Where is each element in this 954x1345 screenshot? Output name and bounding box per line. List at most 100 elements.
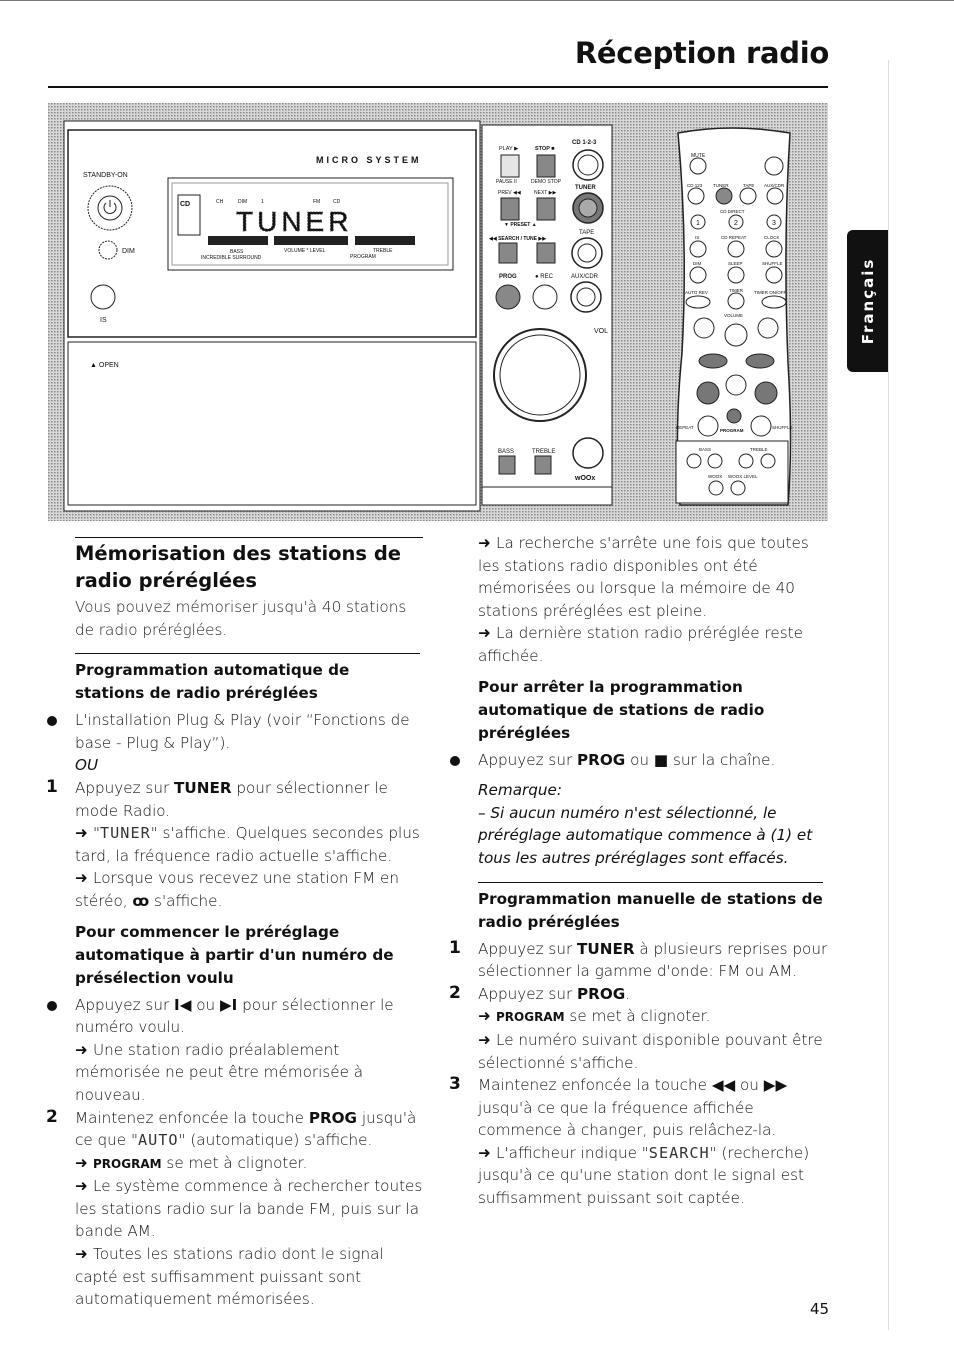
device-label: PROGRAM [350, 254, 376, 260]
step-number: 2 [46, 1106, 58, 1127]
device-label: INCREDIBLE SURROUND [201, 255, 262, 261]
device-label: TAPE [579, 230, 594, 236]
woox-button [572, 437, 604, 469]
text-run: Appuyez sur [478, 984, 578, 1003]
device-label: SHUFFLE [772, 425, 793, 430]
text-run: ou [191, 995, 220, 1014]
paragraph: Vous pouvez mémoriser jusqu'à 40 station… [75, 596, 425, 641]
step-number: 1 [46, 776, 58, 797]
device-label: wOOx [574, 475, 595, 482]
text-run: La dernière station radio préréglée rest… [478, 624, 803, 665]
margin-line [888, 60, 889, 1330]
text-run: Pour commencer le préréglage automatique… [75, 922, 394, 987]
bullet-item: L'installation Plug & Play (voir “Foncti… [47, 709, 425, 754]
text-run: . [625, 984, 631, 1003]
note-text: – Si aucun numéro n'est sélectionné, le … [478, 802, 828, 870]
emphasis-text: PROGRAM [93, 1156, 162, 1171]
emphasis-text: TUNER [174, 778, 232, 797]
numbered-step: 2 Appuyez sur PROG. [449, 983, 828, 1006]
device-label: 1 [261, 199, 264, 205]
device-label: TIMER [729, 288, 744, 293]
device-label: TREBLE [750, 447, 768, 452]
dim-button [98, 240, 118, 260]
search-back-button [498, 242, 518, 264]
aux-button [570, 281, 602, 313]
subsection-heading: Pour commencer le préréglage automatique… [75, 921, 420, 990]
stop-button [536, 154, 556, 178]
numbered-step: 1 Appuyez sur TUNER pour sélectionner le … [46, 777, 425, 822]
device-label: PROG [499, 274, 517, 280]
bass-meter [208, 236, 268, 245]
device-label: FM [313, 199, 320, 205]
device-label: REPEAT [676, 425, 694, 430]
emphasis-text: ◀◀ [711, 1076, 736, 1095]
emphasis-text: TUNER [577, 939, 635, 958]
left-column: Mémorisation des stations de radio préré… [46, 537, 425, 1311]
device-label: CD 1-2-3 [572, 140, 597, 146]
display-text: SEARCH [648, 1143, 710, 1162]
text-run: jusqu'à ce que la fréquence affichée com… [478, 1098, 777, 1140]
display-text: AUTO [137, 1131, 179, 1150]
device-label: VOLUME [724, 313, 743, 318]
device-label: CD REPEAT [721, 235, 747, 240]
device-label: WOOX [708, 474, 722, 479]
right-column: La recherche s'arrête une fois que toute… [449, 532, 828, 1210]
emphasis-text: PROG [577, 984, 626, 1003]
section-heading: Mémorisation des stations de radio préré… [75, 537, 423, 594]
device-label: STOP ■ [535, 146, 555, 152]
result-item: Une station radio préalablement mémorisé… [75, 1039, 425, 1107]
device-label: TUNER [575, 185, 596, 191]
device-label: PREV ◀◀ [498, 190, 521, 196]
page-title: Réception radio [574, 36, 829, 70]
text-run: L'installation Plug & Play (voir “Foncti… [75, 711, 410, 752]
is-button [90, 284, 116, 310]
text-run: L'afficheur indique " [496, 1143, 649, 1162]
emphasis-text: PROG [577, 750, 626, 769]
device-label: CD 123 [687, 183, 703, 188]
device-label: TUNER [713, 183, 729, 188]
device-label: PLAY ▶ [499, 146, 519, 152]
device-label: CD DIRECT [720, 209, 745, 214]
device-label: TAPE [743, 183, 754, 188]
numbered-step: 3 Maintenez enfoncée la touche ◀◀ ou ▶▶ j… [449, 1074, 828, 1142]
device-label: PAUSE II [496, 179, 517, 185]
text-run: Mémorisation des stations de radio préré… [75, 542, 402, 592]
result-item: Le numéro suivant disponible pouvant êtr… [478, 1029, 828, 1074]
device-label: 3 [772, 220, 776, 227]
device-label: BASS [498, 449, 514, 455]
text-run: sur la chaîne. [668, 750, 776, 769]
emphasis-text: PROGRAM [496, 1010, 565, 1025]
text-run: ou [625, 750, 654, 769]
text-run: se met à clignoter. [161, 1153, 308, 1172]
numbered-step: 2 Maintenez enfoncée la touche PROG jusqu… [46, 1107, 425, 1152]
note-text: OU [75, 754, 425, 777]
text-run: OU [75, 756, 99, 775]
step-number: 2 [449, 982, 461, 1003]
step-number: 1 [449, 937, 461, 958]
language-tab: Français [847, 230, 888, 372]
device-label: AUX/CDR [571, 274, 599, 280]
micro-system-illustration: MICRO SYSTEM STANDBY-ON DIM IS ▲ OPEN CD… [48, 103, 828, 521]
bullet-item: Appuyez sur I◀ ou ▶I pour sélectionner l… [47, 994, 425, 1039]
text-run: Toutes les stations radio dont le signal… [75, 1245, 384, 1309]
text-run: Maintenez enfoncée la touche [478, 1076, 712, 1095]
text-run: Appuyez sur [478, 939, 578, 958]
result-item: L'afficheur indique "SEARCH" (recherche)… [478, 1142, 828, 1210]
result-item: Lorsque vous recevez une station FM en s… [75, 867, 425, 912]
treble-button [534, 455, 552, 475]
text-run: s'affiche. [149, 891, 223, 910]
text-run: La recherche s'arrête une fois que toute… [478, 534, 809, 620]
prog-button [495, 284, 521, 310]
device-label: NEXT ▶▶ [534, 190, 556, 196]
device-label: PROGRAM [720, 428, 744, 433]
result-item: Le système commence à rechercher toutes … [75, 1175, 425, 1243]
top-edge-line [0, 0, 954, 1]
remote-power-icon [764, 156, 784, 176]
step-number: 3 [449, 1074, 461, 1095]
device-label: DEMO STOP [531, 179, 562, 185]
next-button [536, 197, 556, 221]
device-label: ▼ PRESET ▲ [504, 222, 537, 228]
device-label: TREBLE [532, 449, 555, 455]
device-label: TREBLE [373, 248, 393, 254]
text-run: Une station radio préalablement mémorisé… [75, 1040, 364, 1104]
